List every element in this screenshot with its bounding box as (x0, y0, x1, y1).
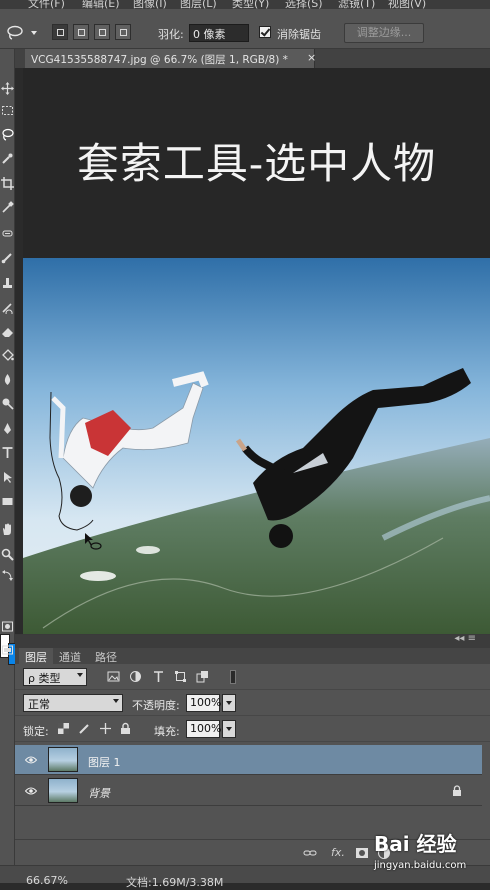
menu-view[interactable]: 视图(V) (388, 0, 426, 9)
menu-select[interactable]: 选择(S) (285, 0, 323, 9)
document-tab[interactable]: VCG41535588747.jpg @ 66.7% (图层 1, RGB/8)… (25, 49, 316, 68)
healing-tool-icon[interactable] (1, 227, 14, 241)
tools-panel (0, 49, 16, 883)
screen-mode-icon[interactable] (1, 644, 14, 658)
watermark-url: jingyan.baidu.com (374, 860, 467, 871)
history-brush-tool-icon[interactable] (1, 301, 14, 317)
filter-kind-value: ρ 类型 (28, 672, 61, 685)
swap-colors-icon[interactable] (1, 569, 14, 583)
layer-name[interactable]: 背景 (88, 785, 110, 801)
opacity-dropdown-button[interactable] (222, 694, 236, 712)
document-size: 文档:1.69M/3.38M (126, 876, 224, 889)
crop-tool-icon[interactable] (1, 177, 14, 191)
pen-tool-icon[interactable] (1, 422, 14, 436)
opacity-label: 不透明度: (132, 699, 180, 712)
lock-row: 锁定: 填充: 100% (15, 716, 490, 742)
hand-tool-icon[interactable] (1, 523, 14, 537)
skydivers-photo (23, 258, 490, 634)
title-banner: 套索工具-选中人物 (23, 68, 490, 258)
image-filter-icon[interactable] (107, 670, 120, 683)
menu-image[interactable]: 图像(I) (133, 0, 167, 9)
smart-object-filter-icon[interactable] (196, 670, 209, 683)
visibility-eye-icon[interactable] (24, 755, 38, 765)
intersect-selection-button[interactable] (115, 24, 131, 40)
shape-filter-icon[interactable] (174, 670, 187, 683)
options-bar: 羽化: 0 像素 消除锯齿 调整边缘... (0, 9, 490, 49)
quick-mask-icon[interactable] (1, 620, 14, 634)
blur-tool-icon[interactable] (1, 373, 14, 387)
menu-type[interactable]: 类型(Y) (232, 0, 269, 9)
quick-select-tool-icon[interactable] (1, 152, 14, 166)
panel-header-strip: ◂◂ ≡ (15, 633, 490, 648)
marquee-tool-icon[interactable] (1, 104, 14, 118)
menu-edit[interactable]: 编辑(E) (82, 0, 120, 9)
filter-kind-select[interactable]: ρ 类型 (23, 668, 87, 686)
menu-layer[interactable]: 图层(L) (180, 0, 217, 9)
menu-bar: 文件(F) 编辑(E) 图像(I) 图层(L) 类型(Y) 选择(S) 滤镜(T… (0, 0, 490, 9)
feather-input[interactable]: 0 像素 (189, 24, 249, 42)
new-selection-button[interactable] (52, 24, 68, 40)
lock-label: 锁定: (23, 725, 49, 738)
panel-collapse-icon[interactable]: ◂◂ ≡ (454, 633, 476, 644)
layer-row-layer1[interactable]: 图层 1 (15, 745, 482, 775)
shape-tool-icon[interactable] (1, 495, 14, 509)
filter-toggle-switch[interactable] (230, 670, 236, 684)
tab-channels[interactable]: 通道 (53, 648, 87, 664)
layer-thumbnail (48, 747, 78, 772)
subtract-selection-button[interactable] (94, 24, 110, 40)
stamp-tool-icon[interactable] (1, 276, 14, 290)
eyedropper-tool-icon[interactable] (1, 201, 14, 215)
canvas-heading: 套索工具-选中人物 (76, 139, 437, 188)
tab-layers[interactable]: 图层 (19, 648, 53, 664)
document-tab-bar: VCG41535588747.jpg @ 66.7% (图层 1, RGB/8)… (15, 49, 490, 68)
lock-position-icon[interactable] (99, 722, 112, 735)
dodge-tool-icon[interactable] (1, 397, 14, 411)
antialias-label: 消除锯齿 (277, 28, 321, 41)
antialias-checkbox[interactable] (259, 26, 271, 38)
lock-all-icon[interactable] (119, 722, 132, 735)
layer-row-background[interactable]: 背景 (15, 776, 482, 806)
link-layers-icon[interactable] (303, 846, 317, 860)
lasso-preset-icon[interactable] (5, 24, 41, 42)
type-filter-icon[interactable] (152, 670, 165, 683)
lock-transparency-icon[interactable] (57, 722, 70, 735)
layer-filter-row: ρ 类型 (15, 664, 490, 690)
baidu-watermark: Bai 经验 jingyan.baidu.com (364, 826, 490, 882)
lock-pixels-icon[interactable] (78, 722, 91, 735)
document-canvas[interactable]: 套索工具-选中人物 (23, 68, 490, 634)
opacity-input[interactable]: 100% (186, 694, 221, 712)
zoom-tool-icon[interactable] (1, 548, 14, 562)
fill-label: 填充: (154, 725, 180, 738)
feather-label: 羽化: (158, 28, 184, 41)
menu-filter[interactable]: 滤镜(T) (338, 0, 375, 9)
zoom-level[interactable]: 66.67% (26, 874, 68, 887)
paint-bucket-tool-icon[interactable] (1, 349, 14, 363)
eraser-tool-icon[interactable] (1, 325, 14, 339)
close-icon[interactable]: × (307, 51, 316, 64)
panel-tabs: 图层 通道 路径 (15, 648, 490, 664)
document-tab-title: VCG41535588747.jpg @ 66.7% (图层 1, RGB/8)… (31, 54, 288, 66)
blend-row: 正常 不透明度: 100% (15, 690, 490, 716)
move-tool-icon[interactable] (1, 82, 14, 96)
blend-mode-value: 正常 (28, 698, 50, 711)
fx-icon[interactable]: fx. (331, 846, 345, 860)
fill-input[interactable]: 100% (186, 720, 221, 738)
watermark-logo: Bai 经验 (374, 832, 457, 856)
menu-file[interactable]: 文件(F) (28, 0, 65, 9)
blend-mode-select[interactable]: 正常 (23, 694, 123, 712)
adjustment-filter-icon[interactable] (129, 670, 142, 683)
path-select-tool-icon[interactable] (1, 471, 14, 485)
tab-paths[interactable]: 路径 (89, 648, 123, 664)
layer-name[interactable]: 图层 1 (88, 754, 121, 770)
fill-dropdown-button[interactable] (222, 720, 236, 738)
add-selection-button[interactable] (73, 24, 89, 40)
type-tool-icon[interactable] (1, 446, 14, 460)
lock-icon (452, 785, 462, 797)
layer-thumbnail (48, 778, 78, 803)
brush-tool-icon[interactable] (1, 251, 14, 265)
visibility-eye-icon[interactable] (24, 786, 38, 796)
refine-edge-button[interactable]: 调整边缘... (344, 23, 424, 43)
lasso-tool-icon[interactable] (1, 128, 14, 142)
